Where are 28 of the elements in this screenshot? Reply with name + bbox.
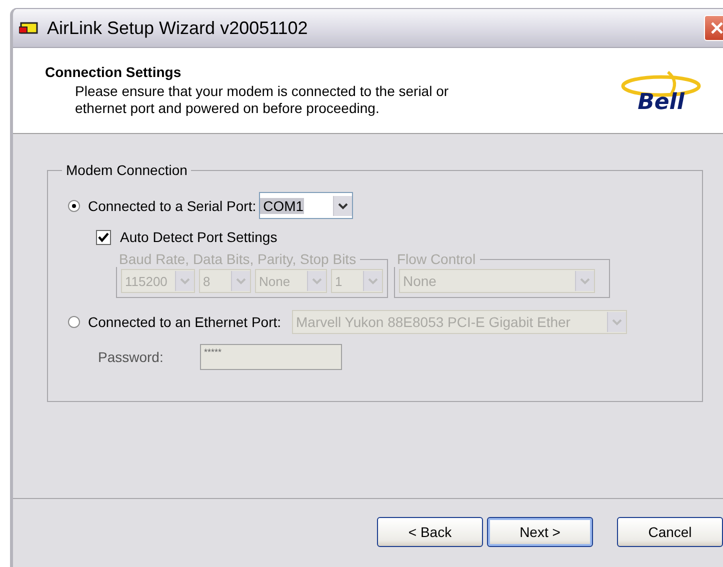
serial-port-dropdown[interactable]: COM1 <box>259 192 354 219</box>
close-button[interactable] <box>704 15 723 41</box>
ethernet-port-radio[interactable] <box>68 316 80 328</box>
wizard-button[interactable]: Next > <box>487 517 593 547</box>
ethernet-port-label[interactable]: Connected to an Ethernet Port: <box>88 314 282 330</box>
chevron-icon <box>333 196 352 216</box>
app-icon <box>19 20 39 36</box>
group-title: Baud Rate, Data Bits, Parity, Stop Bits <box>118 251 358 267</box>
close-icon <box>710 21 723 35</box>
chevron-icon <box>575 271 594 291</box>
wizard-button[interactable]: Cancel <box>617 517 723 547</box>
chevron-icon <box>175 271 194 291</box>
page-title: Connection Settings <box>45 64 182 80</box>
wizard-button[interactable]: < Back <box>377 517 483 547</box>
auto-detect-checkbox[interactable] <box>96 230 111 244</box>
group-title: Modem Connection <box>65 162 188 178</box>
window-title: AirLink Setup Wizard v20051102 <box>47 18 308 38</box>
chevron-icon <box>307 271 326 291</box>
password-label: Password: <box>98 349 164 365</box>
chevron-icon <box>231 271 250 291</box>
group-title: Flow Control <box>396 251 477 267</box>
serial-port-label[interactable]: Connected to a Serial Port: <box>88 198 256 214</box>
chevron-icon <box>607 312 626 332</box>
serial-port-radio[interactable] <box>68 200 80 212</box>
auto-detect-label[interactable]: Auto Detect Port Settings <box>120 229 278 245</box>
page-description: Please ensure that your modem is connected to the serial or ethernet port and powered on before proceeding. <box>74 83 449 117</box>
logo-drawing: Bell <box>620 70 702 133</box>
chevron-icon <box>363 271 382 291</box>
